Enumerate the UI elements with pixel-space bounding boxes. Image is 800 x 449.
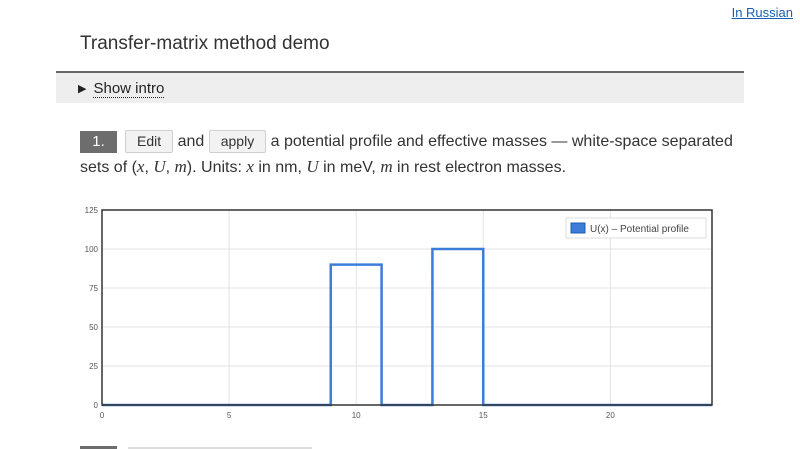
x-tick-label: 0 (100, 411, 105, 420)
y-tick-label: 25 (89, 362, 98, 371)
show-intro-toggle[interactable]: ▶ Show intro (78, 80, 165, 98)
potential-profile-chart: 0 25 50 75 100 125 0 5 10 15 20 U(x) – Potential pr… (85, 206, 713, 420)
step-text-e: in rest electron masses. (392, 159, 567, 176)
x-tick-label: 20 (606, 411, 615, 420)
x-tick-label: 5 (227, 411, 232, 420)
edit-button[interactable]: Edit (125, 130, 174, 154)
var-U: U (153, 157, 166, 176)
show-intro-label: Show intro (93, 80, 165, 98)
comma-1: , (144, 159, 154, 176)
legend-label: U(x) – Potential profile (590, 224, 689, 235)
legend-swatch (570, 222, 586, 234)
and-text: and (177, 133, 205, 150)
var-m: m (174, 157, 187, 176)
step-number-badge: 1. (80, 130, 117, 153)
y-tick-label: 0 (94, 401, 99, 410)
plot-frame (101, 209, 713, 406)
y-tick-label: 75 (89, 284, 98, 293)
intro-section: ▶ Show intro (56, 71, 744, 103)
y-tick-label: 100 (85, 245, 99, 254)
x-tick-label: 10 (352, 411, 361, 420)
x-tick-label: 15 (479, 411, 488, 420)
var-U-units: U (306, 157, 319, 176)
step-1-description: 1. Edit and apply a potential profile and… (80, 129, 760, 180)
in-russian-link[interactable]: In Russian (732, 5, 793, 20)
triangle-right-icon: ▶ (78, 83, 87, 95)
y-tick-label: 50 (89, 323, 98, 332)
apply-button[interactable]: apply (208, 130, 267, 154)
step-text-c: in nm, (253, 159, 307, 176)
y-tick-label: 125 (85, 206, 99, 215)
page-title: Transfer-matrix method demo (80, 33, 330, 54)
var-m-units: m (380, 157, 393, 176)
step-text-d: in meV, (318, 159, 381, 176)
var-x-units: x (246, 157, 254, 176)
step-text-b: ). Units: (186, 159, 247, 176)
comma-2: , (165, 159, 175, 176)
